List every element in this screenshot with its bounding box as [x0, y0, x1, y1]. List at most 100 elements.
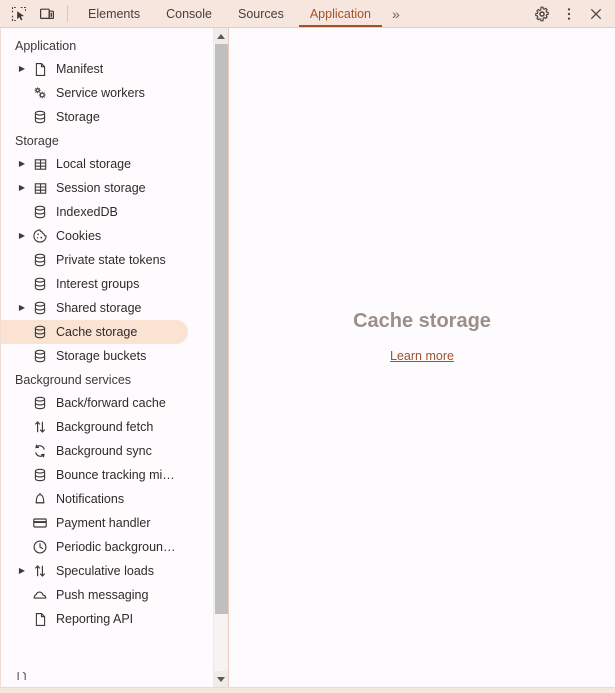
chevron-right-icon[interactable]: ▶	[15, 184, 29, 192]
sidebar-item-periodic-background-sync[interactable]: ▶ Periodic backgroun…	[1, 535, 188, 559]
no-chevron: ▶	[15, 352, 29, 360]
empty-state-title: Cache storage	[353, 310, 491, 332]
no-chevron: ▶	[15, 256, 29, 264]
sidebar-item-back-forward-cache[interactable]: ▶ Back/forward cache	[1, 391, 188, 415]
chevron-right-icon[interactable]: ▶	[15, 160, 29, 168]
no-chevron: ▶	[15, 280, 29, 288]
sidebar-item-storage-buckets[interactable]: ▶ Storage buckets	[1, 344, 188, 368]
sidebar-item-label: Background fetch	[56, 420, 154, 434]
sidebar-item-label: IndexedDB	[56, 205, 118, 219]
cookie-icon	[29, 228, 51, 244]
document-icon	[29, 612, 51, 627]
no-chevron: ▶	[15, 113, 29, 121]
tab-sources-label: Sources	[237, 6, 284, 21]
table-icon	[29, 157, 51, 172]
sidebar-item-partial-clipped[interactable]	[15, 672, 29, 680]
sidebar-item-cache-storage[interactable]: ▶ Cache storage	[1, 320, 188, 344]
sidebar-item-manifest[interactable]: ▶ Manifest	[1, 57, 188, 81]
sidebar-item-payment-handler[interactable]: ▶ Payment handler	[1, 511, 188, 535]
no-chevron: ▶	[15, 447, 29, 455]
sidebar-scrollbar[interactable]	[213, 28, 228, 687]
sidebar-item-label: Payment handler	[56, 516, 151, 530]
sidebar-item-shared-storage[interactable]: ▶ Shared storage	[1, 296, 188, 320]
sidebar-item-label: Periodic backgroun…	[56, 540, 176, 554]
sidebar-item-label: Bounce tracking mi…	[56, 468, 175, 482]
sidebar-item-cookies[interactable]: ▶ Cookies	[1, 224, 188, 248]
database-icon	[29, 348, 51, 364]
scroll-down-arrow-icon[interactable]	[213, 671, 228, 687]
sidebar-item-label: Push messaging	[56, 588, 149, 602]
tab-application[interactable]: Application	[297, 0, 384, 27]
sidebar-item-label: Background sync	[56, 444, 152, 458]
sidebar-item-background-fetch[interactable]: ▶ Background fetch	[1, 415, 188, 439]
tab-sources[interactable]: Sources	[225, 0, 297, 27]
devtools-window: Elements Console Sources Application » A…	[0, 0, 615, 693]
bell-icon	[29, 491, 51, 507]
cloud-icon	[29, 587, 51, 603]
no-chevron: ▶	[15, 328, 29, 336]
chevron-right-icon[interactable]: ▶	[15, 65, 29, 73]
close-icon[interactable]	[583, 1, 609, 27]
sidebar-item-label: Service workers	[56, 86, 145, 100]
sidebar-item-label: Local storage	[56, 157, 132, 171]
sidebar-item-private-state-tokens[interactable]: ▶ Private state tokens	[1, 248, 188, 272]
database-icon	[29, 252, 51, 268]
sidebar-item-session-storage[interactable]: ▶ Session storage	[1, 176, 188, 200]
sidebar-item-label: Manifest	[56, 62, 104, 76]
sidebar-item-background-sync[interactable]: ▶ Background sync	[1, 439, 188, 463]
chevron-right-icon[interactable]: ▶	[15, 304, 29, 312]
application-tree: Application ▶ Manifest ▶	[1, 28, 213, 687]
sidebar-item-local-storage[interactable]: ▶ Local storage	[1, 152, 188, 176]
section-header-storage: Storage	[15, 134, 59, 148]
sidebar-item-notifications[interactable]: ▶ Notifications	[1, 487, 188, 511]
toolbar-right-group	[513, 0, 615, 27]
clock-icon	[29, 539, 51, 555]
no-chevron: ▶	[15, 423, 29, 431]
sidebar-item-label: Reporting API	[56, 612, 134, 626]
device-toolbar-icon[interactable]	[34, 1, 60, 27]
sidebar-item-push-messaging[interactable]: ▶ Push messaging	[1, 583, 188, 607]
chevron-right-icon[interactable]: ▶	[15, 232, 29, 240]
scrollbar-track[interactable]	[214, 44, 229, 671]
no-chevron: ▶	[15, 495, 29, 503]
sidebar-item-reporting-api[interactable]: ▶ Reporting API	[1, 607, 188, 631]
learn-more-link[interactable]: Learn more	[390, 349, 454, 363]
database-icon	[29, 204, 51, 220]
no-chevron: ▶	[15, 615, 29, 623]
section-header-background-services: Background services	[15, 373, 132, 387]
more-options-icon[interactable]	[556, 1, 582, 27]
database-icon	[29, 324, 51, 340]
no-chevron: ▶	[15, 519, 29, 527]
gear-icon[interactable]	[529, 1, 555, 27]
scrollbar-thumb[interactable]	[214, 44, 228, 614]
no-chevron: ▶	[15, 471, 29, 479]
no-chevron: ▶	[15, 591, 29, 599]
no-chevron: ▶	[15, 399, 29, 407]
sidebar-item-storage-overview[interactable]: ▶ Storage	[1, 105, 188, 129]
tab-elements-label: Elements	[88, 6, 141, 21]
sidebar-item-label: Notifications	[56, 492, 125, 506]
tab-elements[interactable]: Elements	[75, 0, 153, 27]
sidebar-item-label: Storage	[56, 110, 100, 124]
main-content-panel: Cache storage Learn more	[229, 28, 615, 687]
database-icon	[29, 467, 51, 483]
sidebar-item-label: Session storage	[56, 181, 146, 195]
tab-console[interactable]: Console	[153, 0, 225, 27]
sidebar-item-indexeddb[interactable]: ▶ IndexedDB	[1, 200, 188, 224]
sidebar-item-service-workers[interactable]: ▶ Service workers	[1, 81, 188, 105]
sidebar-item-label: Shared storage	[56, 301, 142, 315]
sidebar-item-label: Storage buckets	[56, 349, 147, 363]
tab-application-label: Application	[309, 6, 371, 21]
sidebar-item-speculative-loads[interactable]: ▶ Speculative loads	[1, 559, 188, 583]
application-sidebar: Application ▶ Manifest ▶	[0, 28, 229, 687]
no-chevron: ▶	[15, 89, 29, 97]
sidebar-item-interest-groups[interactable]: ▶ Interest groups	[1, 272, 188, 296]
chevron-right-icon[interactable]: ▶	[15, 567, 29, 575]
scroll-up-arrow-icon[interactable]	[213, 28, 228, 44]
sync-icon	[29, 443, 51, 459]
sidebar-item-label: Cache storage	[56, 325, 138, 339]
no-chevron: ▶	[15, 543, 29, 551]
sidebar-item-bounce-tracking-mitigations[interactable]: ▶ Bounce tracking mi…	[1, 463, 188, 487]
more-tabs-icon[interactable]: »	[384, 0, 407, 27]
inspect-element-icon[interactable]	[6, 1, 32, 27]
